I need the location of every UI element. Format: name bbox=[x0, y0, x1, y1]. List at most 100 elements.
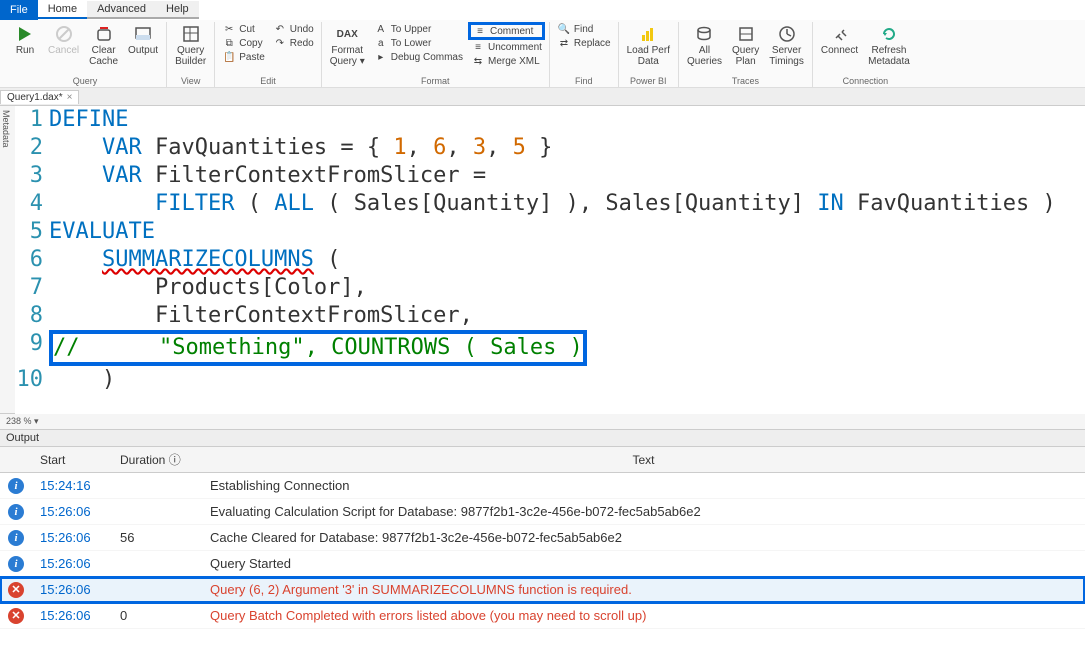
replace-button[interactable]: ⇄Replace bbox=[554, 36, 614, 50]
output-row[interactable]: i15:24:16Establishing Connection bbox=[0, 473, 1085, 499]
clear-cache-icon bbox=[94, 24, 114, 44]
ribbon-group-traces: All Queries Query Plan Server Timings Tr… bbox=[679, 22, 813, 87]
row-duration: 0 bbox=[112, 603, 202, 629]
col-start[interactable]: Start bbox=[32, 447, 112, 473]
ribbon-group-edit: ✂Cut ⧉Copy 📋Paste ↶Undo ↷Redo Edit bbox=[215, 22, 321, 87]
comment-button[interactable]: ≡Comment bbox=[468, 22, 545, 40]
document-tab-label: Query1.dax* bbox=[7, 92, 63, 103]
find-icon: 🔍 bbox=[557, 23, 571, 35]
uncomment-icon: ≡ bbox=[471, 41, 485, 53]
row-duration bbox=[112, 499, 202, 525]
scissors-icon: ✂ bbox=[222, 23, 236, 35]
group-label-format: Format bbox=[326, 75, 545, 87]
row-duration bbox=[112, 577, 202, 603]
run-button[interactable]: Run bbox=[8, 22, 42, 58]
format-query-button[interactable]: DAXFormat Query ▾ bbox=[326, 22, 369, 69]
col-duration[interactable]: Duration ⓘ bbox=[112, 447, 202, 473]
merge-icon: ⇆ bbox=[471, 55, 485, 67]
document-tab[interactable]: Query1.dax* × bbox=[0, 90, 79, 104]
output-row[interactable]: ✕ 15:26:060Query Batch Completed with err… bbox=[0, 603, 1085, 629]
query-plan-button[interactable]: Query Plan bbox=[728, 22, 763, 69]
document-tabs: Query1.dax* × bbox=[0, 88, 1085, 106]
server-timings-button[interactable]: Server Timings bbox=[765, 22, 808, 69]
menu-help[interactable]: Help bbox=[156, 1, 199, 19]
ribbon-group-format: DAXFormat Query ▾ ATo Upper aTo Lower ▸D… bbox=[322, 22, 550, 87]
row-text: Query Started bbox=[202, 551, 1085, 577]
error-icon: ✕ bbox=[8, 608, 24, 624]
ribbon-group-find: 🔍Find ⇄Replace Find bbox=[550, 22, 619, 87]
side-tabs: Metadata Functions DMV bbox=[0, 106, 15, 414]
menu-advanced[interactable]: Advanced bbox=[87, 1, 156, 19]
query-builder-button[interactable]: Query Builder bbox=[171, 22, 210, 69]
output-table: Start Duration ⓘ Text i 15:24:16 Establish… bbox=[0, 447, 1085, 629]
row-start: 15:26:06 bbox=[32, 577, 112, 603]
info-icon: i bbox=[8, 530, 24, 546]
lower-icon: a bbox=[374, 37, 388, 49]
ribbon-group-query: Run Cancel Clear Cache Output Query bbox=[4, 22, 167, 87]
close-icon[interactable]: × bbox=[67, 92, 73, 103]
replace-icon: ⇄ bbox=[557, 37, 571, 49]
row-start: 15:24:16 bbox=[32, 473, 112, 499]
group-label-traces: Traces bbox=[683, 75, 808, 87]
clear-cache-button[interactable]: Clear Cache bbox=[85, 22, 122, 69]
perf-icon bbox=[638, 24, 658, 44]
dax-icon: DAX bbox=[337, 24, 357, 44]
menu-bar: File Home Advanced Help bbox=[0, 0, 1085, 20]
ribbon-group-connection: Connect Refresh Metadata Connection bbox=[813, 22, 918, 87]
output-panel-header: Output bbox=[0, 429, 1085, 447]
menu-file[interactable]: File bbox=[0, 0, 38, 20]
output-row[interactable]: i15:26:0656Cache Cleared for Database: 9… bbox=[0, 525, 1085, 551]
to-upper-button[interactable]: ATo Upper bbox=[371, 22, 466, 36]
row-start: 15:26:06 bbox=[32, 603, 112, 629]
upper-icon: A bbox=[374, 23, 388, 35]
info-icon: i bbox=[8, 556, 24, 572]
ribbon-group-powerbi: Load Perf Data Power BI bbox=[619, 22, 679, 87]
load-perf-button[interactable]: Load Perf Data bbox=[623, 22, 674, 69]
row-start: 15:26:06 bbox=[32, 499, 112, 525]
db-icon bbox=[694, 24, 714, 44]
output-row[interactable]: ✕15:26:06Query (6, 2) Argument '3' in SU… bbox=[0, 577, 1085, 603]
undo-button[interactable]: ↶Undo bbox=[270, 22, 317, 36]
debug-commas-button[interactable]: ▸Debug Commas bbox=[371, 50, 466, 64]
group-label-view: View bbox=[171, 75, 210, 87]
group-label-connection: Connection bbox=[817, 75, 914, 87]
connect-button[interactable]: Connect bbox=[817, 22, 862, 58]
clock-icon bbox=[777, 24, 797, 44]
output-row[interactable]: i15:26:06Evaluating Calculation Script f… bbox=[0, 499, 1085, 525]
row-text: Query Batch Completed with errors listed… bbox=[202, 603, 1085, 629]
comment-icon: ≡ bbox=[473, 25, 487, 37]
redo-button[interactable]: ↷Redo bbox=[270, 36, 317, 50]
uncomment-button[interactable]: ≡Uncomment bbox=[468, 40, 545, 54]
side-tab-metadata[interactable]: Metadata bbox=[0, 106, 12, 414]
col-text[interactable]: Text bbox=[202, 447, 1085, 473]
row-start: 15:26:06 bbox=[32, 525, 112, 551]
cut-button[interactable]: ✂Cut bbox=[219, 22, 268, 36]
to-lower-button[interactable]: aTo Lower bbox=[371, 36, 466, 50]
debug-icon: ▸ bbox=[374, 51, 388, 63]
find-button[interactable]: 🔍Find bbox=[554, 22, 614, 36]
menu-home[interactable]: Home bbox=[38, 1, 87, 19]
row-duration bbox=[112, 473, 202, 499]
output-icon bbox=[133, 24, 153, 44]
zoom-level[interactable]: 238 % ▾ bbox=[0, 414, 1085, 429]
play-icon bbox=[15, 24, 35, 44]
plug-icon bbox=[830, 24, 850, 44]
copy-button[interactable]: ⧉Copy bbox=[219, 36, 268, 50]
code-editor[interactable]: 1DEFINE 2 VAR FavQuantities = { 1, 6, 3,… bbox=[15, 106, 1085, 414]
output-button[interactable]: Output bbox=[124, 22, 162, 58]
row-text: Evaluating Calculation Script for Databa… bbox=[202, 499, 1085, 525]
refresh-button[interactable]: Refresh Metadata bbox=[864, 22, 914, 69]
paste-icon: 📋 bbox=[222, 51, 236, 63]
row-text: Establishing Connection bbox=[202, 473, 1085, 499]
main-area: Metadata Functions DMV 1DEFINE 2 VAR Fav… bbox=[0, 106, 1085, 414]
paste-button[interactable]: 📋Paste bbox=[219, 50, 268, 64]
output-row[interactable]: i15:26:06Query Started bbox=[0, 551, 1085, 577]
plan-icon bbox=[736, 24, 756, 44]
all-queries-button[interactable]: All Queries bbox=[683, 22, 726, 69]
ribbon-group-view: Query Builder View bbox=[167, 22, 215, 87]
row-duration bbox=[112, 551, 202, 577]
merge-xml-button[interactable]: ⇆Merge XML bbox=[468, 54, 545, 68]
cancel-button[interactable]: Cancel bbox=[44, 22, 83, 58]
undo-icon: ↶ bbox=[273, 23, 287, 35]
refresh-icon bbox=[879, 24, 899, 44]
